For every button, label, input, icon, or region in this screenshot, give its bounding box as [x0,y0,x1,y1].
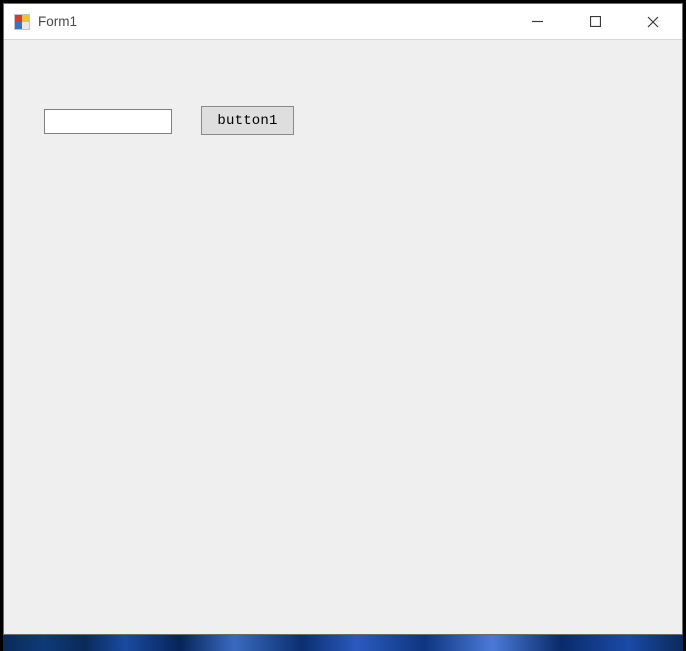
textbox1[interactable] [44,109,172,134]
minimize-icon [532,16,543,27]
titlebar[interactable]: Form1 [4,4,682,40]
button1[interactable]: button1 [201,106,294,135]
maximize-icon [590,16,601,27]
form-window: Form1 button1 [3,3,683,635]
window-controls [508,4,682,39]
desktop-taskbar-strip [3,635,683,651]
window-title: Form1 [38,14,77,29]
button1-label: button1 [217,113,277,129]
maximize-button[interactable] [566,4,624,39]
close-icon [647,16,659,28]
close-button[interactable] [624,4,682,39]
minimize-button[interactable] [508,4,566,39]
app-icon [14,14,30,30]
form-client-area: button1 [4,40,682,634]
